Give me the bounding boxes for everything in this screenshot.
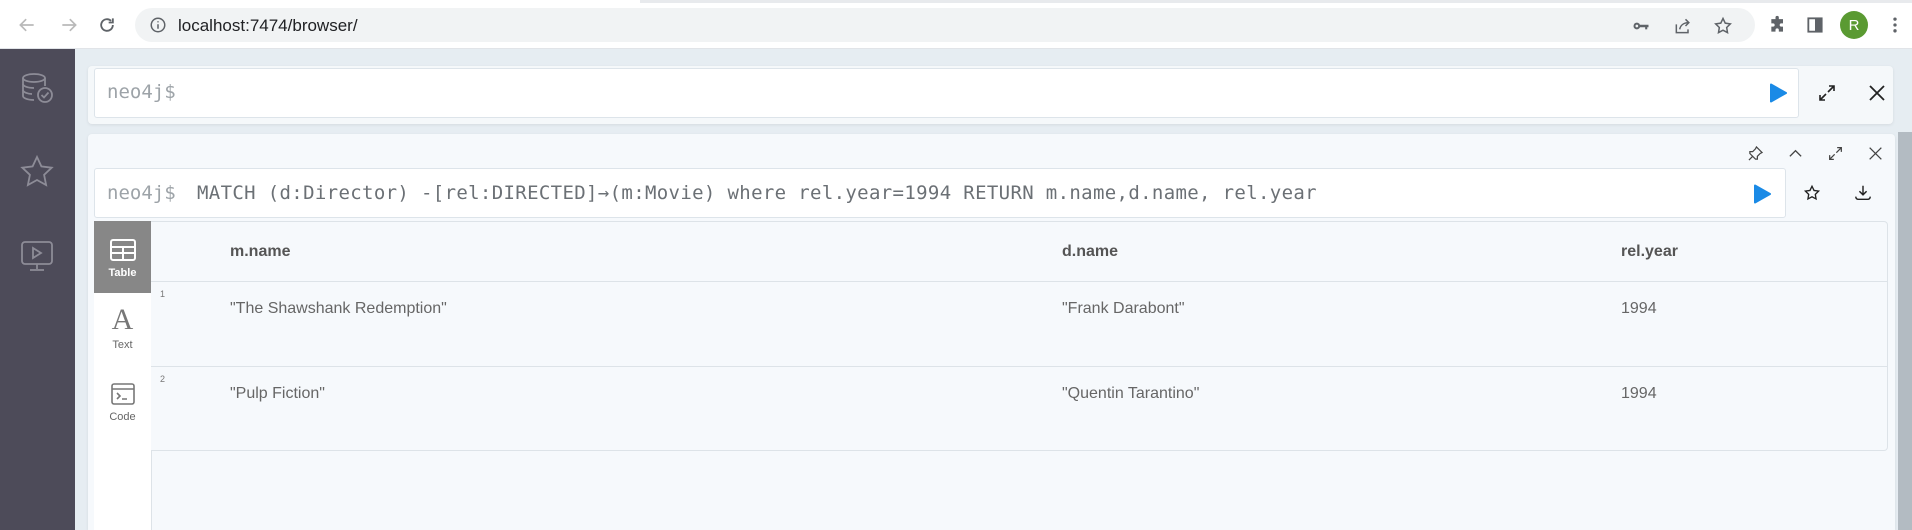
cell-rel-year: 1994 (1621, 385, 1657, 402)
browser-toolbar: localhost:7474/browser/ R (0, 0, 1912, 49)
tab-table-label: Table (108, 267, 137, 279)
cypher-editor[interactable]: neo4j$ (94, 68, 1799, 118)
share-icon (1675, 18, 1690, 34)
sidebar-item-database[interactable] (18, 69, 56, 107)
fullscreen-icon (1819, 85, 1835, 101)
side-panel-button[interactable] (1803, 13, 1827, 37)
arrow-left-icon (19, 18, 34, 32)
table-row: 1 "The Shawshank Redemption" "Frank Dara… (151, 282, 1887, 367)
editor-prompt: neo4j$ (107, 81, 176, 103)
more-menu-button[interactable] (1883, 13, 1907, 37)
database-check-icon (22, 73, 53, 103)
reload-icon (100, 18, 114, 32)
reload-button[interactable] (93, 12, 121, 38)
frame-fullscreen-button[interactable] (1826, 144, 1844, 162)
cell-m-name: "Pulp Fiction" (230, 385, 325, 402)
query-editor[interactable]: neo4j$ MATCH (d:Director) -[rel:DIRECTED… (94, 168, 1786, 218)
url-text[interactable]: localhost:7474/browser/ (178, 16, 358, 36)
tab-table[interactable]: Table (94, 221, 151, 293)
play-icon (1770, 83, 1787, 103)
share-button[interactable] (1672, 15, 1694, 37)
arrow-right-icon (62, 18, 77, 32)
table-header: m.name d.name rel.year (151, 222, 1887, 282)
table-row: 2 "Pulp Fiction" "Quentin Tarantino" 199… (151, 367, 1887, 452)
main-scrollbar[interactable] (1898, 132, 1912, 530)
address-bar[interactable]: localhost:7474/browser/ (135, 8, 1755, 42)
editor-fullscreen-button[interactable] (1816, 82, 1838, 104)
query-run-button[interactable] (1751, 183, 1773, 205)
tab-code[interactable]: Code (94, 365, 151, 437)
bookmark-star-icon (1714, 16, 1732, 34)
cell-d-name: "Frank Darabont" (1062, 300, 1185, 317)
tab-strip (0, 0, 1912, 3)
close-icon (1869, 85, 1885, 101)
sidebar (0, 49, 75, 530)
sidebar-item-favorites[interactable] (18, 153, 56, 191)
cell-d-name: "Quentin Tarantino" (1062, 385, 1200, 402)
download-button[interactable] (1852, 182, 1874, 204)
active-tab[interactable] (0, 0, 640, 3)
monitor-play-icon (21, 241, 53, 271)
cell-rel-year: 1994 (1621, 300, 1657, 317)
table-icon (109, 237, 136, 263)
download-icon (1855, 185, 1871, 201)
column-header-d-name: d.name (1062, 243, 1119, 260)
row-number: 1 (160, 289, 166, 299)
collapse-button[interactable] (1786, 144, 1804, 162)
profile-avatar[interactable]: R (1840, 11, 1868, 39)
collapse-chevron-icon (1788, 149, 1802, 157)
editor-run-button[interactable] (1767, 82, 1789, 104)
query-text[interactable]: MATCH (d:Director) -[rel:DIRECTED]→(m:Mo… (197, 182, 1317, 204)
side-panel-icon (1807, 17, 1823, 33)
play-icon (1754, 184, 1771, 204)
extensions-button[interactable] (1766, 13, 1790, 37)
favorite-star-icon (1803, 184, 1821, 201)
view-tabs: Table A Text Code (94, 221, 151, 530)
pin-icon (1748, 145, 1763, 160)
pin-button[interactable] (1746, 144, 1764, 162)
favorite-query-button[interactable] (1801, 182, 1823, 204)
query-prompt: neo4j$ (107, 182, 176, 204)
bookmark-button[interactable] (1712, 15, 1734, 37)
password-key-button[interactable] (1630, 15, 1652, 37)
back-button[interactable] (13, 12, 41, 38)
row-number: 2 (160, 374, 166, 384)
info-icon[interactable] (149, 16, 167, 34)
editor-close-button[interactable] (1866, 82, 1888, 104)
result-table: m.name d.name rel.year 1 "The Shawshank … (151, 221, 1888, 451)
sidebar-item-guides[interactable] (18, 237, 56, 275)
code-terminal-icon (110, 381, 136, 407)
extensions-puzzle-icon (1771, 15, 1783, 32)
fullscreen-icon (1828, 146, 1842, 160)
tab-text-label: Text (112, 339, 133, 351)
close-icon (1868, 146, 1882, 160)
key-icon (1633, 22, 1649, 30)
star-icon (20, 154, 54, 187)
column-header-rel-year: rel.year (1621, 243, 1678, 260)
tab-text[interactable]: A Text (94, 293, 151, 365)
text-icon: A (111, 303, 134, 336)
more-vert-icon (1893, 17, 1897, 33)
tab-code-label: Code (109, 411, 136, 423)
forward-button[interactable] (55, 12, 83, 38)
column-header-m-name: m.name (230, 243, 291, 260)
frame-close-button[interactable] (1866, 144, 1884, 162)
cell-m-name: "The Shawshank Redemption" (230, 300, 447, 317)
